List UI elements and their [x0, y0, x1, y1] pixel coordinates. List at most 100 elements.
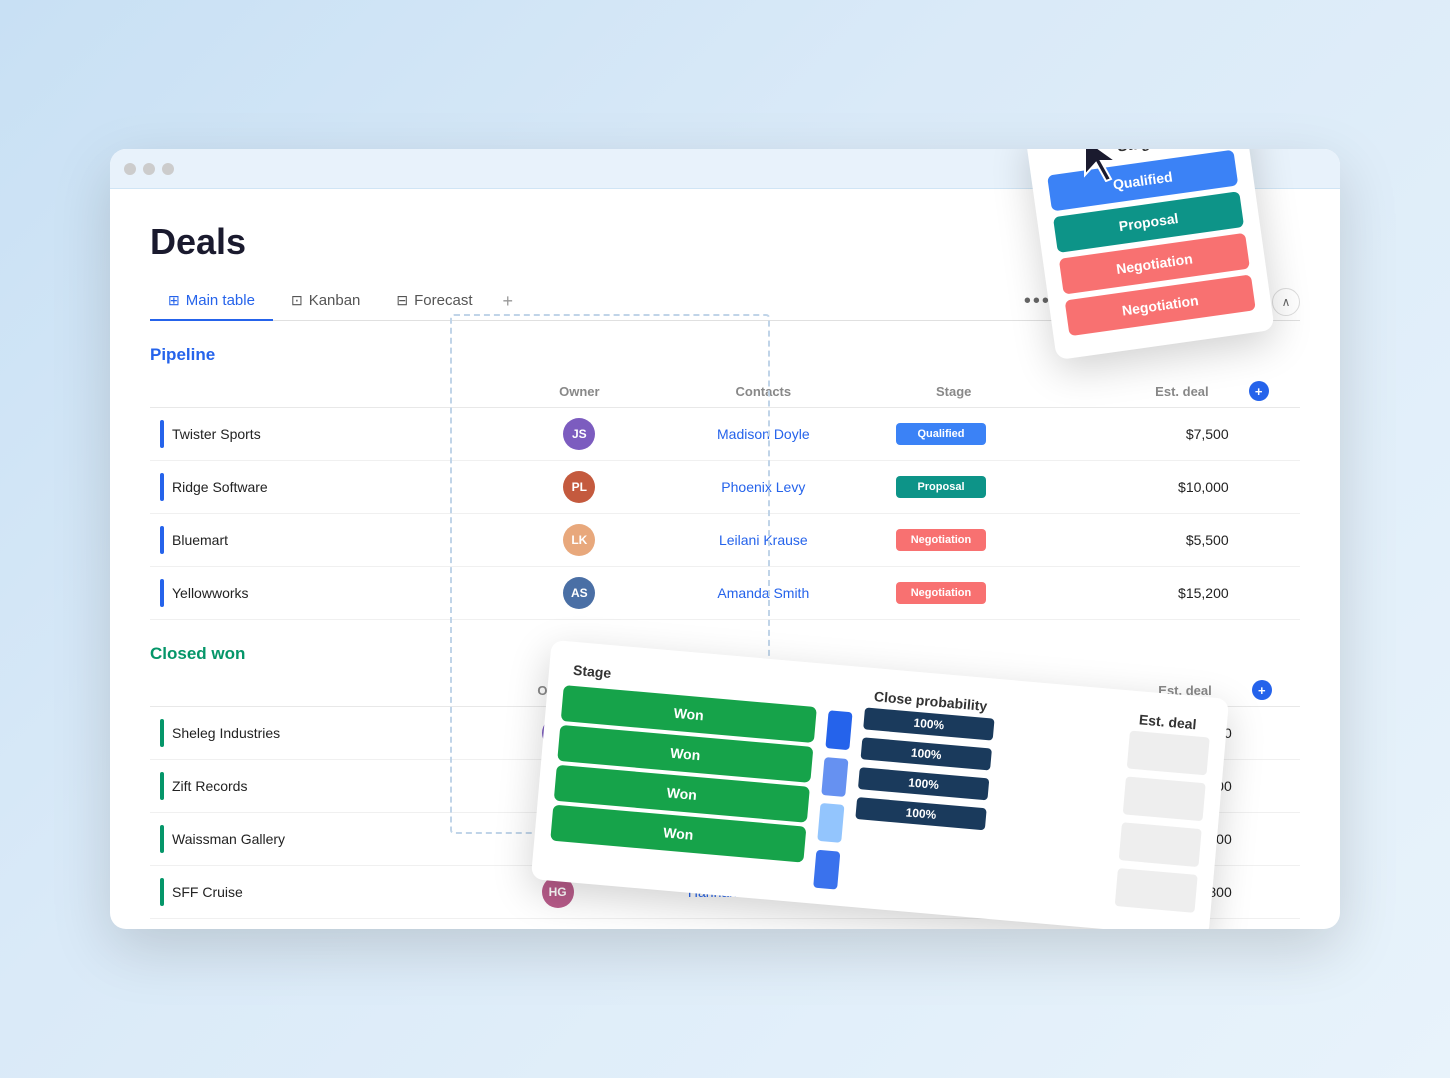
deal-name-cell: Zift Records — [150, 760, 499, 813]
owner-cell: PL — [518, 461, 641, 514]
prob-bar-won-2: 100% — [861, 737, 992, 770]
row-action[interactable] — [1239, 567, 1300, 620]
prob-bar-won-4: 100% — [855, 797, 986, 830]
stage-bar-4 — [813, 849, 840, 889]
deal-bar — [160, 473, 164, 501]
tab-add-button[interactable]: + — [491, 283, 526, 320]
col-est-pipeline: Est. deal — [1070, 375, 1239, 408]
tab-forecast-label: Forecast — [414, 292, 472, 309]
stage-pill: Proposal — [896, 476, 986, 498]
table-row: Yellowworks AS Amanda Smith — [150, 567, 1300, 620]
stage-won-col: Stage Won Won Won Won — [548, 657, 819, 886]
tab-main-table[interactable]: ⊞ Main table — [150, 284, 273, 321]
deal-name-cell: Bluemart — [150, 514, 518, 567]
prob-val-4: 100% — [905, 805, 937, 822]
table-row: Ridge Software PL Phoenix Levy — [150, 461, 1300, 514]
deal-name-cell: Sheleg Industries — [150, 707, 499, 760]
stage-cell: Proposal — [886, 461, 1070, 514]
owner-cell: AS — [518, 567, 641, 620]
collapse-button[interactable]: ∧ — [1272, 288, 1300, 316]
deal-name-cell: Yellowworks — [150, 567, 518, 620]
deal-name: Sheleg Industries — [172, 725, 280, 741]
est-placeholder-3 — [1119, 822, 1202, 867]
stage-cell: Negotiation — [886, 514, 1070, 567]
stage-bar-1 — [825, 710, 852, 750]
col-name-pipeline — [150, 375, 518, 408]
prob-val-2: 100% — [910, 746, 942, 763]
deal-name: Waissman Gallery — [172, 831, 285, 847]
prob-val-3: 100% — [908, 775, 940, 792]
deal-name-cell: Twister Sports — [150, 408, 518, 461]
row-action[interactable] — [1239, 514, 1300, 567]
stage-option-label: Negotiation — [1115, 250, 1193, 277]
stage-dropdown-card: Stage Qualified Proposal Negotiation Neg… — [1025, 149, 1274, 360]
col-stage-pipeline: Stage — [886, 375, 1070, 408]
prob-val-1: 100% — [913, 716, 945, 733]
contact-cell[interactable]: Madison Doyle — [641, 408, 886, 461]
avatar: JS — [563, 418, 595, 450]
main-table-icon: ⊞ — [168, 292, 180, 309]
traffic-dot-1 — [124, 163, 136, 175]
contact-cell[interactable]: Phoenix Levy — [641, 461, 886, 514]
owner-cell: JS — [518, 408, 641, 461]
deal-bar — [160, 526, 164, 554]
deal-name-cell: Waissman Gallery — [150, 813, 499, 866]
tab-kanban[interactable]: ⊡ Kanban — [273, 284, 378, 321]
col-add-closed[interactable]: + — [1242, 674, 1300, 707]
stage-cell: Qualified — [886, 408, 1070, 461]
est-deal-cell: $10,000 — [1070, 461, 1239, 514]
contact-cell[interactable]: Amanda Smith — [641, 567, 886, 620]
contact-cell[interactable]: Leilani Krause — [641, 514, 886, 567]
stage-pill: Negotiation — [896, 529, 986, 551]
avatar: LK — [563, 524, 595, 556]
deal-bar — [160, 420, 164, 448]
est-deal-cell: $5,500 — [1070, 514, 1239, 567]
contact-link[interactable]: Amanda Smith — [717, 585, 809, 601]
col-owner-pipeline: Owner — [518, 375, 641, 408]
stage-label: Negotiation — [911, 534, 972, 546]
deal-name: Yellowworks — [172, 585, 249, 601]
stage-option-label: Negotiation — [1121, 292, 1199, 319]
deal-bar — [160, 878, 164, 906]
row-action[interactable] — [1239, 461, 1300, 514]
kanban-icon: ⊡ — [291, 292, 303, 309]
est-col: Est. deal — [1114, 707, 1212, 921]
tab-kanban-label: Kanban — [309, 292, 361, 309]
stage-label: Proposal — [917, 481, 964, 493]
contact-link[interactable]: Leilani Krause — [719, 532, 808, 548]
row-action[interactable] — [1242, 707, 1300, 760]
contact-link[interactable]: Phoenix Levy — [721, 479, 805, 495]
cursor-pointer — [1080, 149, 1120, 182]
stage-bar-2 — [821, 757, 848, 797]
row-action[interactable] — [1239, 408, 1300, 461]
avatar: PL — [563, 471, 595, 503]
col-contacts-pipeline: Contacts — [641, 375, 886, 408]
deal-bar — [160, 825, 164, 853]
est-deal-cell: $7,500 — [1070, 408, 1239, 461]
row-action[interactable] — [1242, 760, 1300, 813]
table-row: Bluemart LK Leilani Krause — [150, 514, 1300, 567]
est-placeholder-1 — [1127, 731, 1210, 776]
stage-bar-3 — [817, 803, 844, 843]
tab-forecast[interactable]: ⊟ Forecast — [378, 284, 490, 321]
deal-name: Zift Records — [172, 778, 247, 794]
col-add-pipeline[interactable]: + — [1239, 375, 1300, 408]
contact-link[interactable]: Madison Doyle — [717, 426, 810, 442]
row-action[interactable] — [1242, 866, 1300, 919]
avatar: AS — [563, 577, 595, 609]
deal-name-cell: SFF Cruise — [150, 866, 499, 919]
stage-option-label: Qualified — [1112, 168, 1174, 192]
row-action[interactable] — [1242, 813, 1300, 866]
traffic-dot-3 — [162, 163, 174, 175]
est-placeholder-4 — [1115, 868, 1198, 913]
col-name-closed — [150, 674, 499, 707]
stage-pill: Qualified — [896, 423, 986, 445]
deal-bar — [160, 579, 164, 607]
stage-won-inner: Stage Won Won Won Won Close probability … — [548, 657, 1212, 921]
traffic-dot-2 — [143, 163, 155, 175]
deal-bar — [160, 772, 164, 800]
app-window: Deals ⊞ Main table ⊡ Kanban ⊟ Forecast +… — [110, 149, 1340, 929]
deal-name: Bluemart — [172, 532, 228, 548]
prob-bar-won-3: 100% — [858, 767, 989, 800]
prob-col: Close probability 100% 100% 100% 100% — [849, 683, 1120, 912]
